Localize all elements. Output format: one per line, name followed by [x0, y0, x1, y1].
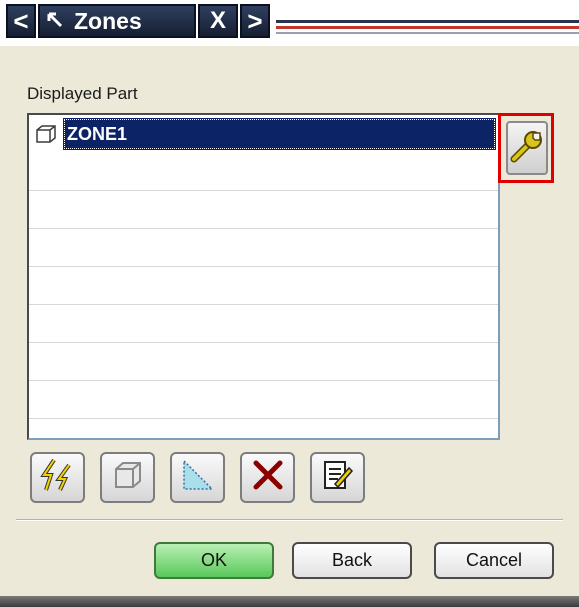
- list-item[interactable]: ZONE1: [29, 115, 498, 153]
- delete-x-icon: [250, 457, 286, 498]
- cancel-button[interactable]: Cancel: [434, 542, 554, 579]
- title-bar: < Zones X >: [0, 0, 579, 46]
- list-item-empty: [29, 191, 498, 229]
- displayed-part-list[interactable]: ZONE1: [27, 113, 500, 440]
- part-cube-icon: [35, 124, 57, 144]
- divider: [16, 519, 563, 521]
- region-button[interactable]: [170, 452, 225, 503]
- ok-button[interactable]: OK: [154, 542, 274, 579]
- update-button[interactable]: [30, 452, 85, 503]
- edit-button[interactable]: [310, 452, 365, 503]
- list-item-empty: [29, 153, 498, 191]
- edit-pencil-icon: [321, 458, 355, 497]
- cube-icon: [112, 459, 144, 496]
- list-item-empty: [29, 343, 498, 381]
- add-part-button[interactable]: [100, 452, 155, 503]
- wrench-icon: [510, 129, 544, 168]
- close-icon: X: [209, 7, 226, 34]
- next-dialog-button[interactable]: >: [240, 4, 270, 38]
- bottom-border: [0, 596, 579, 607]
- list-item-label: ZONE1: [63, 118, 496, 150]
- title-rule-accent: [276, 26, 579, 29]
- zones-dialog: < Zones X > Displayed Part ZONE1 OK Back…: [0, 0, 579, 607]
- title-rule: [276, 20, 579, 23]
- settings-button[interactable]: [506, 121, 548, 175]
- close-button[interactable]: X: [198, 4, 238, 38]
- chevron-left-icon: <: [13, 5, 29, 36]
- dialog-tab-zones[interactable]: Zones: [38, 4, 196, 38]
- chevron-right-icon: >: [247, 5, 263, 36]
- list-item-empty: [29, 229, 498, 267]
- triangle-region-icon: [180, 457, 216, 498]
- list-item-empty: [29, 381, 498, 419]
- settings-highlight: [498, 113, 554, 183]
- dialog-title: Zones: [74, 7, 142, 34]
- delete-button[interactable]: [240, 452, 295, 503]
- displayed-part-label: Displayed Part: [27, 84, 138, 103]
- back-button[interactable]: Back: [292, 542, 412, 579]
- lightning-update-icon: [39, 457, 76, 498]
- previous-dialog-button[interactable]: <: [6, 4, 36, 38]
- arrow-icon: [46, 8, 64, 35]
- title-rule-shadow: [276, 32, 579, 34]
- list-item-empty: [29, 305, 498, 343]
- list-item-empty: [29, 267, 498, 305]
